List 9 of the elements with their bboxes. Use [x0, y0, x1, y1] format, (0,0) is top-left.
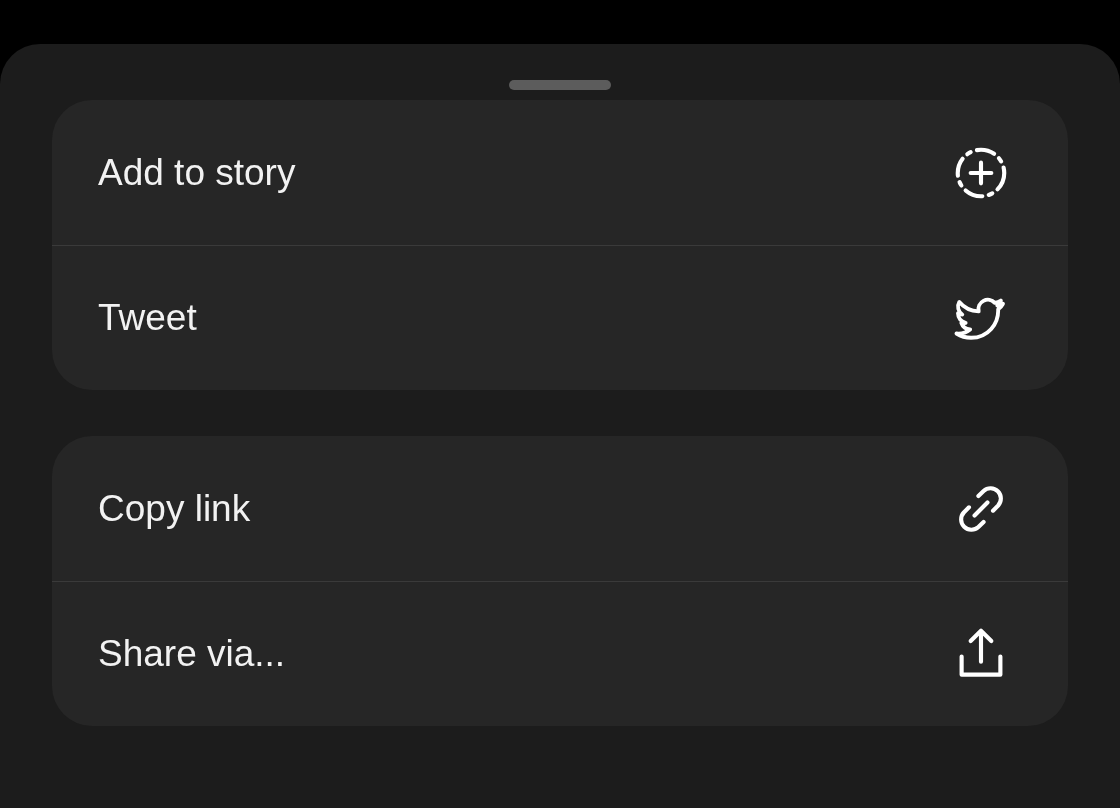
menu-item[interactable]: Share via...: [52, 581, 1068, 726]
menu-item-label: Add to story: [98, 151, 296, 194]
menu-item-label: Copy link: [98, 487, 251, 530]
drag-handle[interactable]: [509, 80, 611, 90]
menu-item-label: Tweet: [98, 297, 197, 339]
menu-item[interactable]: Tweet: [52, 245, 1068, 390]
menu-item[interactable]: Add to story: [52, 100, 1068, 245]
menu-item[interactable]: Copy link: [52, 436, 1068, 581]
menu-item-label: Share via...: [98, 633, 286, 675]
